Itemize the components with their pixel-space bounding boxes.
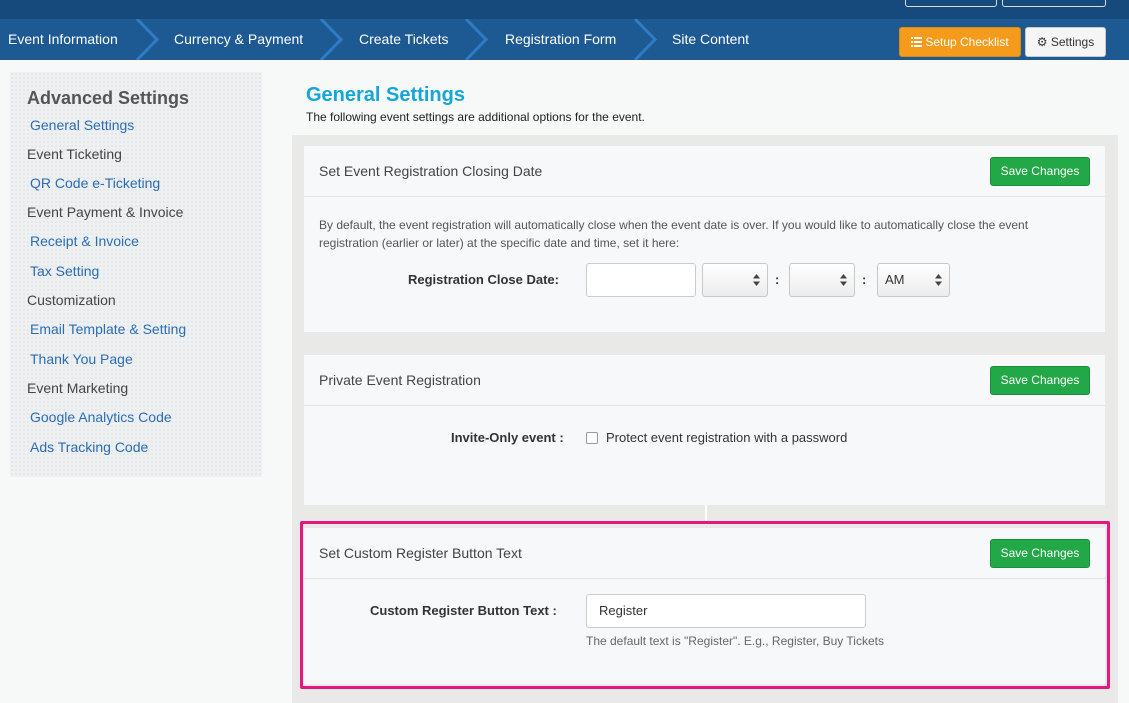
nav-step-currency-payment[interactable]: Currency & Payment — [174, 19, 303, 60]
sidebar-group-customization: Customization — [27, 292, 116, 308]
nav-step-registration-form[interactable]: Registration Form — [505, 19, 616, 60]
top-button-left[interactable] — [905, 0, 997, 7]
sidebar-item-email-template[interactable]: Email Template & Setting — [30, 321, 186, 337]
chevron-right-icon — [464, 19, 489, 60]
time-separator: : — [862, 272, 867, 287]
closing-date-panel: Set Event Registration Closing Date Save… — [304, 146, 1105, 332]
sidebar-item-google-analytics[interactable]: Google Analytics Code — [30, 409, 172, 425]
sidebar-item-general-settings[interactable]: General Settings — [30, 117, 134, 133]
closing-date-title: Set Event Registration Closing Date — [319, 163, 543, 179]
protect-password-label[interactable]: Protect event registration with a passwo… — [606, 430, 847, 445]
settings-label: Settings — [1050, 35, 1095, 49]
private-event-title: Private Event Registration — [319, 372, 481, 388]
close-date-input[interactable] — [586, 263, 696, 297]
nav-step-site-content[interactable]: Site Content — [672, 19, 749, 60]
panel-header: Private Event Registration Save Changes — [304, 355, 1105, 406]
sidebar-item-thank-you-page[interactable]: Thank You Page — [30, 351, 133, 367]
list-icon — [911, 37, 923, 47]
sidebar-item-tax-setting[interactable]: Tax Setting — [30, 263, 99, 279]
wizard-nav: Event Information Currency & Payment Cre… — [0, 19, 1129, 60]
chevron-right-icon — [135, 19, 160, 60]
select-arrows-icon — [935, 274, 942, 286]
nav-step-create-tickets[interactable]: Create Tickets — [359, 19, 448, 60]
protect-password-checkbox[interactable] — [586, 432, 598, 444]
time-separator: : — [775, 272, 780, 287]
sidebar-group-event-marketing: Event Marketing — [27, 380, 129, 396]
chevron-right-icon — [633, 19, 658, 60]
registration-close-date-label: Registration Close Date: — [408, 272, 559, 287]
page-title: General Settings — [306, 84, 465, 106]
sidebar-item-ads-tracking[interactable]: Ads Tracking Code — [30, 439, 148, 455]
panel-header: Set Event Registration Closing Date Save… — [304, 146, 1105, 197]
highlight-box — [300, 521, 1110, 689]
sidebar-item-qr-code[interactable]: QR Code e-Ticketing — [30, 175, 160, 191]
top-button-right[interactable] — [1002, 0, 1106, 7]
sidebar-group-event-ticketing: Event Ticketing — [27, 146, 122, 162]
closing-date-description: By default, the event registration will … — [319, 218, 1029, 250]
hour-select[interactable] — [702, 263, 768, 297]
ampm-select[interactable]: AM — [877, 263, 950, 297]
sidebar-item-receipt-invoice[interactable]: Receipt & Invoice — [30, 233, 139, 249]
minute-select[interactable] — [789, 263, 855, 297]
setup-checklist-button[interactable]: Setup Checklist — [899, 27, 1021, 57]
chevron-right-icon — [319, 19, 344, 60]
select-arrows-icon — [753, 274, 760, 286]
ampm-value: AM — [885, 272, 905, 287]
invite-only-label: Invite-Only event : — [451, 430, 564, 445]
top-strip — [0, 0, 1129, 19]
page-subtitle: The following event settings are additio… — [306, 110, 645, 124]
save-changes-button[interactable]: Save Changes — [990, 366, 1090, 395]
sidebar-group-payment-invoice: Event Payment & Invoice — [27, 204, 184, 220]
select-arrows-icon — [840, 274, 847, 286]
settings-button[interactable]: ⚙ Settings — [1025, 27, 1106, 57]
setup-checklist-label: Setup Checklist — [925, 35, 1009, 49]
save-changes-button[interactable]: Save Changes — [990, 157, 1090, 186]
nav-step-event-information[interactable]: Event Information — [8, 19, 118, 60]
sidebar-title: Advanced Settings — [27, 88, 190, 108]
gear-icon: ⚙ — [1036, 35, 1048, 49]
